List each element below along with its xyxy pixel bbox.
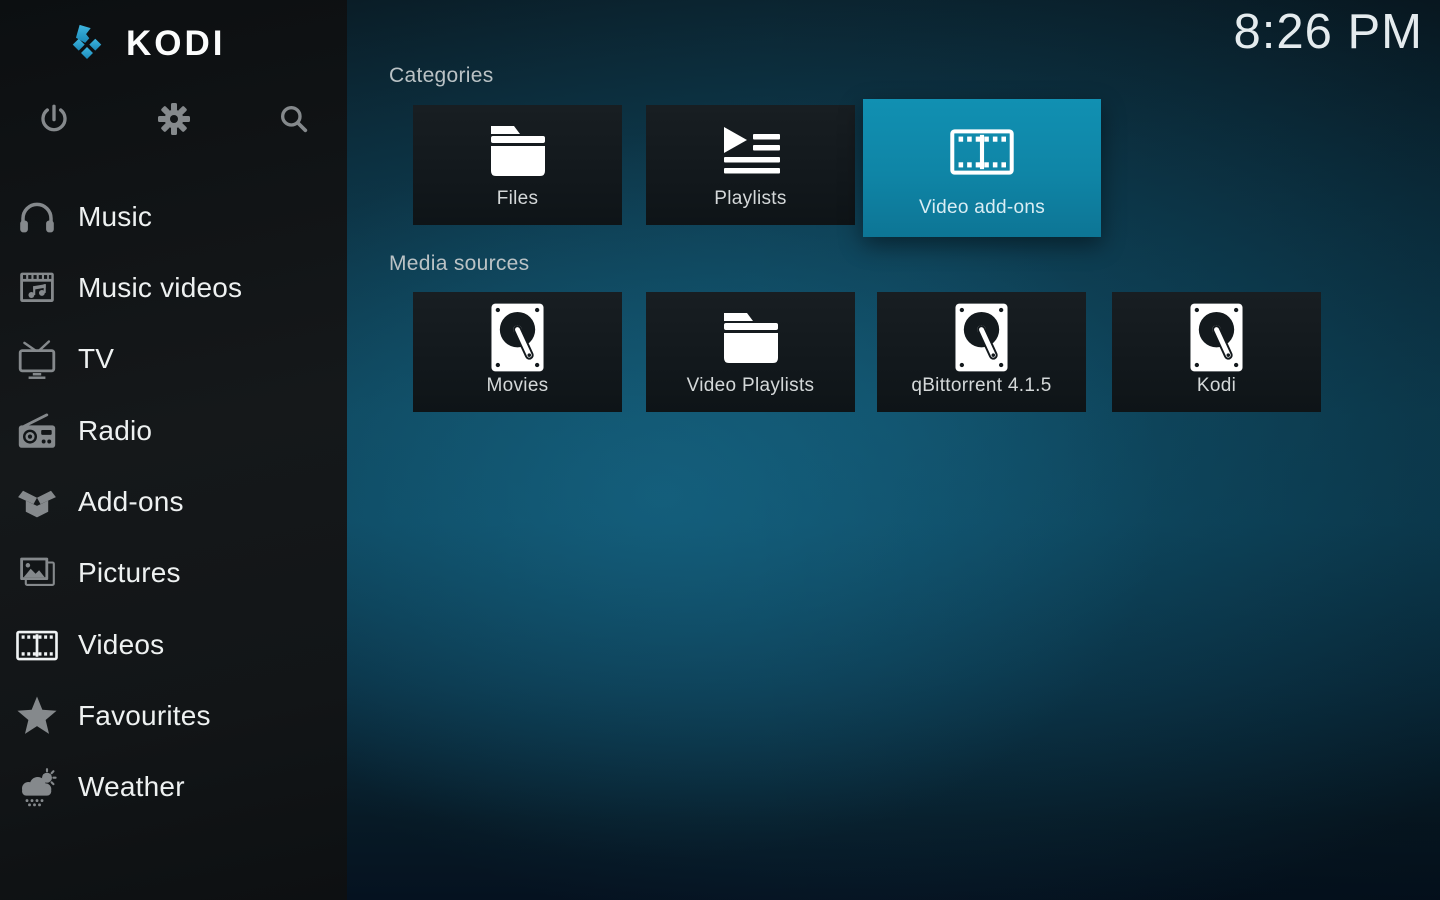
filmstrip-icon [13, 630, 61, 661]
music-video-icon [13, 268, 61, 308]
sidebar-item-pictures[interactable]: Pictures [0, 544, 347, 602]
pictures-icon [13, 553, 61, 593]
search-icon [274, 99, 314, 142]
tv-icon [13, 338, 61, 380]
sidebar-item-label: Radio [78, 415, 152, 447]
sidebar-item-music-videos[interactable]: Music videos [0, 259, 347, 317]
sidebar-item-radio[interactable]: Radio [0, 402, 347, 460]
gear-icon [154, 99, 194, 142]
tile-label: Movies [413, 375, 622, 412]
radio-icon [13, 411, 61, 451]
sidebar-item-label: TV [78, 343, 114, 375]
tile-label: Video Playlists [646, 375, 855, 412]
sidebar-item-favourites[interactable]: Favourites [0, 687, 347, 745]
clock: 8:26 PM [1234, 4, 1423, 60]
filmstrip-icon [863, 99, 1101, 197]
tile-movies[interactable]: Movies [413, 292, 622, 412]
section-title-media-sources: Media sources [389, 252, 529, 276]
tile-qbittorrent[interactable]: qBittorrent 4.1.5 [877, 292, 1086, 412]
tile-files[interactable]: Files [413, 105, 622, 225]
sidebar-item-label: Videos [78, 629, 164, 661]
harddisk-icon [413, 292, 622, 375]
section-title-categories: Categories [389, 64, 494, 88]
sidebar-item-label: Favourites [78, 700, 211, 732]
addon-box-icon [13, 482, 61, 522]
tile-playlists[interactable]: Playlists [646, 105, 855, 225]
folder-icon [646, 292, 855, 375]
tile-label: Kodi [1112, 375, 1321, 412]
sidebar-item-music[interactable]: Music [0, 188, 347, 246]
power-button[interactable] [33, 99, 75, 141]
tile-label: qBittorrent 4.1.5 [877, 375, 1086, 412]
weather-icon [13, 767, 61, 807]
tile-label: Video add-ons [863, 197, 1101, 237]
sidebar-item-addons[interactable]: Add-ons [0, 473, 347, 531]
sidebar-item-weather[interactable]: Weather [0, 758, 347, 816]
sidebar-item-label: Weather [78, 771, 185, 803]
tile-kodi[interactable]: Kodi [1112, 292, 1321, 412]
sidebar-item-label: Add-ons [78, 486, 184, 518]
settings-button[interactable] [153, 99, 195, 141]
tile-label: Files [413, 188, 622, 225]
kodi-home-screen: 8:26 PM Categories Files [0, 0, 1440, 900]
sidebar-item-label: Pictures [78, 557, 181, 589]
sidebar-item-label: Music videos [78, 272, 242, 304]
search-button[interactable] [273, 99, 315, 141]
kodi-logo-text: KODI [126, 24, 226, 64]
sidebar-item-videos[interactable]: Videos [0, 616, 347, 674]
folder-icon [413, 105, 622, 188]
tile-label: Playlists [646, 188, 855, 225]
tile-video-playlists[interactable]: Video Playlists [646, 292, 855, 412]
kodi-logo-icon [64, 18, 110, 69]
harddisk-icon [877, 292, 1086, 375]
tile-video-addons[interactable]: Video add-ons [863, 99, 1101, 237]
harddisk-icon [1112, 292, 1321, 375]
sidebar-item-tv[interactable]: TV [0, 330, 347, 388]
power-icon [34, 99, 74, 142]
headphones-icon [13, 196, 61, 238]
sidebar-item-label: Music [78, 201, 152, 233]
star-icon [13, 695, 61, 737]
kodi-logo: KODI [64, 18, 226, 69]
playlist-icon [646, 105, 855, 188]
sidebar: KODI [0, 0, 347, 900]
